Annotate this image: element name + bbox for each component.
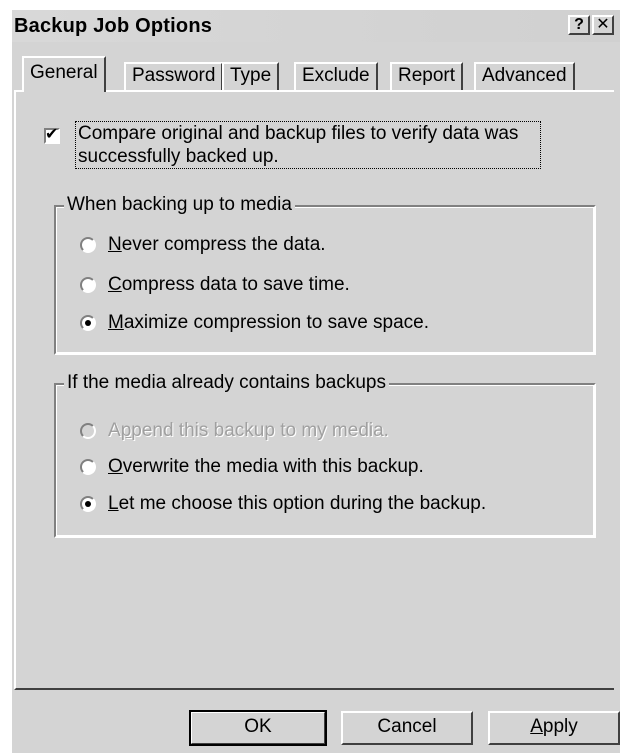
close-button[interactable]: ✕ (592, 15, 614, 35)
radio-let-me-choose[interactable]: Let me choose this option during the bac… (80, 493, 486, 515)
verify-label-line: successfully backed up. (78, 146, 279, 167)
ok-button[interactable]: OK (189, 710, 327, 746)
cancel-button[interactable]: Cancel (341, 711, 473, 745)
tab-label: Advanced (482, 65, 567, 86)
radio-button-selected-icon[interactable] (80, 496, 96, 512)
radio-append-backup: Append this backup to my media. (80, 420, 389, 442)
tab-label: Exclude (302, 65, 370, 86)
verify-label-line: Compare original and backup files to ver… (78, 123, 519, 144)
existing-backups-group-label: If the media already contains backups (64, 372, 389, 394)
radio-button-icon[interactable] (80, 237, 96, 253)
radio-button-icon[interactable] (80, 277, 96, 293)
radio-label: Never compress the data. (108, 234, 326, 255)
check-mark-icon: ✔ (45, 126, 59, 143)
radio-button-selected-icon[interactable] (80, 315, 96, 331)
question-mark-icon: ? (574, 16, 584, 33)
radio-label: Overwrite the media with this backup. (108, 456, 424, 477)
verify-checkbox-label[interactable]: Compare original and backup files to ver… (75, 121, 541, 169)
apply-label: pply (542, 716, 578, 737)
tab-general[interactable]: General (22, 56, 106, 92)
help-button[interactable]: ? (568, 15, 590, 35)
apply-mnemonic: A (530, 716, 543, 737)
tab-type[interactable]: Type (222, 62, 280, 90)
radio-label: Maximize compression to save space. (108, 312, 430, 333)
tab-label: Report (398, 65, 456, 86)
title-bar[interactable]: Backup Job Options ? ✕ (12, 10, 620, 42)
radio-label: Let me choose this option during the bac… (108, 493, 487, 514)
tab-advanced[interactable]: Advanced (474, 62, 575, 90)
radio-maximize-compression[interactable]: Maximize compression to save space. (80, 312, 429, 334)
radio-button-icon (80, 423, 96, 439)
close-icon: ✕ (596, 16, 610, 33)
verify-checkbox[interactable]: ✔ (44, 126, 60, 144)
radio-compress-save-time[interactable]: Compress data to save time. (80, 274, 350, 296)
tab-label: Type (230, 65, 272, 86)
apply-button[interactable]: Apply (488, 711, 620, 745)
tab-label: Password (132, 65, 216, 86)
tab-password[interactable]: Password (124, 62, 224, 90)
tab-label: General (30, 62, 98, 83)
radio-label: Append this backup to my media. (108, 420, 389, 441)
radio-label: Compress data to save time. (108, 274, 350, 295)
tab-strip: General Password Type Exclude Report Adv… (12, 56, 620, 92)
radio-overwrite-media[interactable]: Overwrite the media with this backup. (80, 456, 424, 478)
tab-report[interactable]: Report (390, 62, 464, 90)
tab-exclude[interactable]: Exclude (294, 62, 378, 90)
radio-never-compress[interactable]: Never compress the data. (80, 234, 326, 256)
compression-group-label: When backing up to media (64, 194, 295, 216)
radio-button-icon[interactable] (80, 459, 96, 475)
window-title: Backup Job Options (14, 15, 213, 37)
